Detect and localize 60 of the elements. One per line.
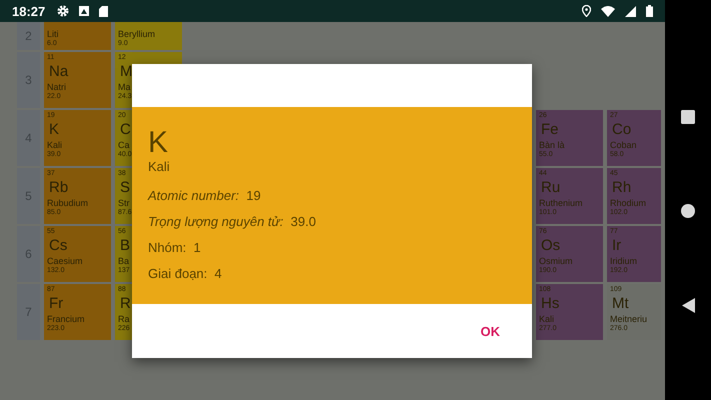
element-name: Ma	[118, 82, 131, 93]
element-symbol: K	[148, 127, 168, 159]
element-name: Ba	[118, 256, 130, 267]
element-symbol: B	[120, 236, 130, 256]
back-icon[interactable]	[682, 298, 694, 312]
element-name: Kali	[539, 314, 554, 325]
element-name: Iridium	[610, 256, 638, 267]
recents-icon[interactable]	[681, 110, 695, 124]
element-symbol: M	[120, 62, 132, 82]
element-name: Kali	[47, 140, 62, 151]
element-symbol: S	[120, 178, 130, 198]
element-symbol: C	[120, 120, 131, 140]
fact-label: Atomic number:	[148, 188, 240, 203]
clock: 18:27	[12, 4, 46, 18]
element-symbol: Rb	[49, 178, 68, 198]
element-name: Ca	[118, 140, 130, 151]
element-symbol: Mt	[612, 294, 629, 314]
element-name: Rubudium	[47, 198, 88, 209]
fact-value: 39.0	[290, 214, 316, 229]
element-name: Bàn là	[539, 140, 565, 151]
element-symbol: Co	[612, 120, 632, 140]
fact-label: Giai đoạn:	[148, 266, 208, 281]
settings-icon	[57, 5, 70, 17]
element-symbol: Ir	[612, 236, 622, 256]
element-name: Meitneriu	[610, 314, 648, 325]
sd-card-icon	[99, 6, 108, 16]
fact-value: 4	[214, 266, 222, 281]
fact-label: Nhóm:	[148, 240, 186, 255]
element-name: Str	[118, 198, 130, 209]
fact-value: 1	[194, 240, 201, 255]
element-name: Caesium	[47, 256, 83, 267]
element-symbol: K	[49, 120, 60, 140]
element-name: Coban	[610, 140, 637, 151]
element-symbol: Fr	[49, 294, 64, 314]
wifi-icon	[601, 6, 615, 16]
element-name: Beryllium	[118, 29, 156, 40]
element-name: Rhodium	[610, 198, 646, 209]
element-name: Osmium	[539, 256, 572, 267]
element-symbol: Na	[49, 62, 68, 82]
element-name: Ra	[118, 314, 130, 325]
battery-icon	[646, 5, 653, 17]
element-name: Ruthenium	[539, 198, 583, 209]
element-symbol: Hs	[541, 294, 560, 314]
element-name: Liti	[47, 29, 59, 40]
image-icon	[79, 6, 90, 16]
element-symbol: R	[120, 294, 131, 314]
element-symbol: Rh	[612, 178, 632, 198]
element-symbol: Cs	[49, 236, 68, 256]
home-icon[interactable]	[681, 204, 695, 218]
fact-value: 19	[246, 188, 261, 203]
element-symbol: Os	[541, 236, 560, 256]
element-symbol: Ru	[541, 178, 560, 198]
element-name: Francium	[47, 314, 85, 325]
ok-button[interactable]: OK	[470, 318, 510, 344]
element-name: Natri	[47, 82, 66, 93]
signal-icon	[625, 6, 636, 16]
element-name: Kali	[148, 159, 170, 174]
fact-label: Trọng lượng nguyên tử:	[148, 214, 284, 229]
location-icon	[582, 5, 591, 17]
element-symbol: Fe	[541, 120, 559, 140]
